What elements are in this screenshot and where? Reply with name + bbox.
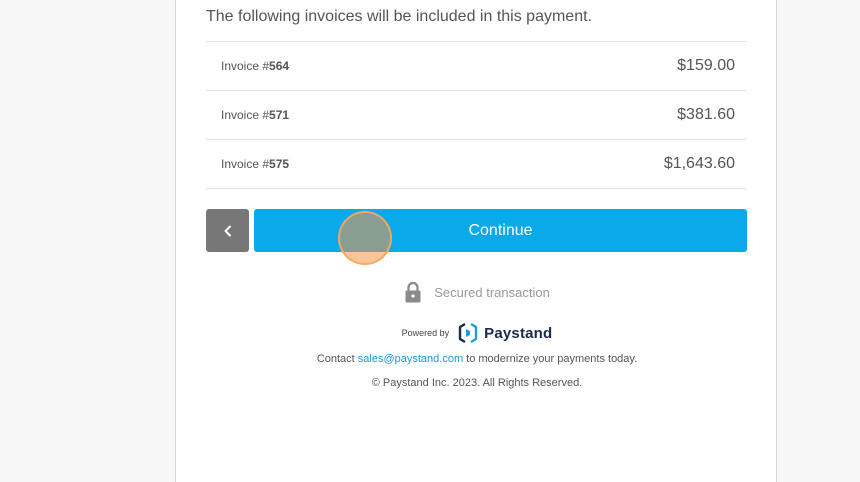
invoices-intro-text: The following invoices will be included …	[206, 8, 592, 25]
powered-by-text: Powered by	[401, 328, 450, 338]
contact-text-before: Contact	[316, 353, 358, 365]
secured-transaction: Secured transaction	[176, 281, 778, 303]
invoice-prefix: Invoice #	[221, 157, 270, 171]
continue-button-label: Continue	[468, 221, 533, 239]
invoice-list: Invoice #564 $159.00 Invoice #571 $381.6…	[206, 41, 747, 189]
paystand-brand[interactable]: Paystand	[457, 322, 552, 344]
paystand-logo-icon	[458, 322, 478, 344]
sales-email-link[interactable]: sales@paystand.com	[358, 353, 463, 365]
invoice-number: 564	[269, 59, 290, 73]
invoice-prefix: Invoice #	[221, 59, 270, 73]
continue-button[interactable]: Continue	[254, 209, 747, 252]
back-button[interactable]	[206, 209, 249, 252]
invoice-row: Invoice #575 $1,643.60	[206, 140, 747, 189]
invoice-row: Invoice #564 $159.00	[206, 42, 747, 91]
invoice-label: Invoice #575	[221, 157, 289, 171]
invoice-prefix: Invoice #	[221, 108, 270, 122]
invoice-label: Invoice #564	[221, 59, 289, 73]
invoice-label: Invoice #571	[221, 108, 289, 122]
secured-label: Secured transaction	[434, 284, 550, 300]
invoice-amount: $381.60	[677, 106, 735, 123]
invoice-number: 575	[269, 157, 290, 171]
invoice-amount: $159.00	[677, 57, 735, 74]
invoice-amount: $1,643.60	[663, 155, 735, 172]
copyright-text: © Paystand Inc. 2023. All Rights Reserve…	[371, 377, 583, 389]
chevron-left-icon	[224, 225, 231, 236]
powered-by-branding: Powered by Paystand	[176, 322, 778, 344]
contact-line: Contact sales@paystand.com to modernize …	[176, 353, 778, 365]
lock-icon	[405, 281, 421, 303]
invoice-number: 571	[269, 108, 290, 122]
payment-card: The following invoices will be included …	[175, 0, 777, 482]
paystand-brand-name: Paystand	[484, 324, 553, 342]
contact-text-after: to modernize your payments today.	[463, 353, 638, 365]
invoice-row: Invoice #571 $381.60	[206, 91, 747, 140]
